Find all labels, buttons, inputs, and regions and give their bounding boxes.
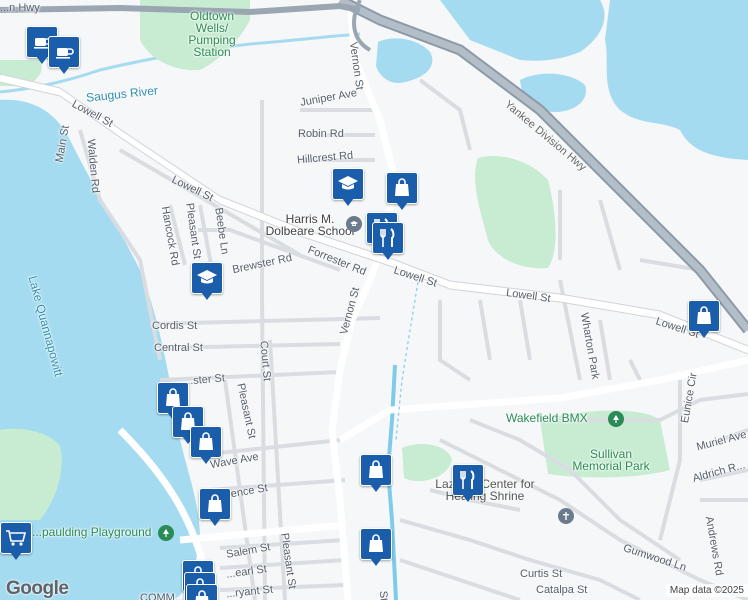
park-poi-icon[interactable] xyxy=(608,411,624,427)
place-label-sullivan[interactable]: Sullivan Memorial Park xyxy=(556,448,666,472)
pin-shop[interactable] xyxy=(360,454,392,494)
pin-shop[interactable] xyxy=(360,528,392,568)
street-label-robin-rd: Robin Rd xyxy=(298,128,344,140)
pin-shop[interactable] xyxy=(688,300,720,340)
school-icon xyxy=(196,269,218,287)
pin-shop[interactable] xyxy=(190,426,222,466)
shopping-bag-icon xyxy=(367,534,385,554)
street-label-comm: COMM... xyxy=(140,592,184,600)
school-icon xyxy=(337,175,359,193)
place-label-oldtown: Oldtown Wells/ Pumping Station xyxy=(188,9,236,59)
shopping-bag-icon xyxy=(393,178,411,198)
pin-shop[interactable] xyxy=(199,488,231,528)
pin-school[interactable] xyxy=(191,262,223,302)
shopping-bag-icon xyxy=(164,388,182,408)
school-poi-icon[interactable] xyxy=(346,216,362,232)
bay-east xyxy=(605,0,748,160)
pin-shop[interactable] xyxy=(186,584,218,600)
pin-restaurant[interactable] xyxy=(452,464,484,504)
pin-grocery[interactable] xyxy=(0,522,32,562)
shopping-bag-icon xyxy=(367,460,385,480)
church-poi-icon[interactable] xyxy=(558,508,574,524)
street-label-catalpa-st: Catalpa St xyxy=(536,584,588,596)
shopping-cart-icon xyxy=(5,529,27,547)
street-label-nw-hwy: ...n Hwy xyxy=(0,2,40,14)
restaurant-icon xyxy=(379,228,397,248)
street-label-cordis-st: Cordis St xyxy=(152,320,198,332)
restaurant-icon xyxy=(459,470,477,490)
google-logo[interactable]: Google xyxy=(6,578,69,600)
pin-shop[interactable] xyxy=(386,172,418,212)
cafe-icon xyxy=(54,43,74,61)
playground-poi-icon[interactable] xyxy=(158,525,174,541)
north-pond xyxy=(376,38,433,84)
map-attribution[interactable]: Map data ©2025 xyxy=(665,584,748,597)
map-canvas[interactable]: Lowell St Lowell St Lowell St Lowell St … xyxy=(0,0,748,600)
park-small xyxy=(402,444,452,482)
pin-school[interactable] xyxy=(332,168,364,208)
place-label-spaulding[interactable]: ...paulding Playground xyxy=(32,526,151,538)
street-label-curtis-st: Curtis St xyxy=(520,568,563,580)
shopping-bag-icon xyxy=(206,494,224,514)
park-cemetery xyxy=(475,156,556,269)
pin-cafe[interactable] xyxy=(48,36,80,76)
street-label-st-bottom: St xyxy=(376,590,390,600)
shopping-bag-icon xyxy=(695,306,713,326)
pin-restaurant[interactable] xyxy=(372,222,404,262)
shopping-bag-icon xyxy=(197,432,215,452)
rail-trail xyxy=(395,281,419,441)
place-label-bmx[interactable]: Wakefield BMX xyxy=(506,412,588,424)
place-label-lazarus[interactable]: Lazarus Center for Healing Shrine xyxy=(420,478,550,502)
shopping-bag-icon xyxy=(193,590,211,600)
street-label-central-st: Central St xyxy=(154,342,203,354)
